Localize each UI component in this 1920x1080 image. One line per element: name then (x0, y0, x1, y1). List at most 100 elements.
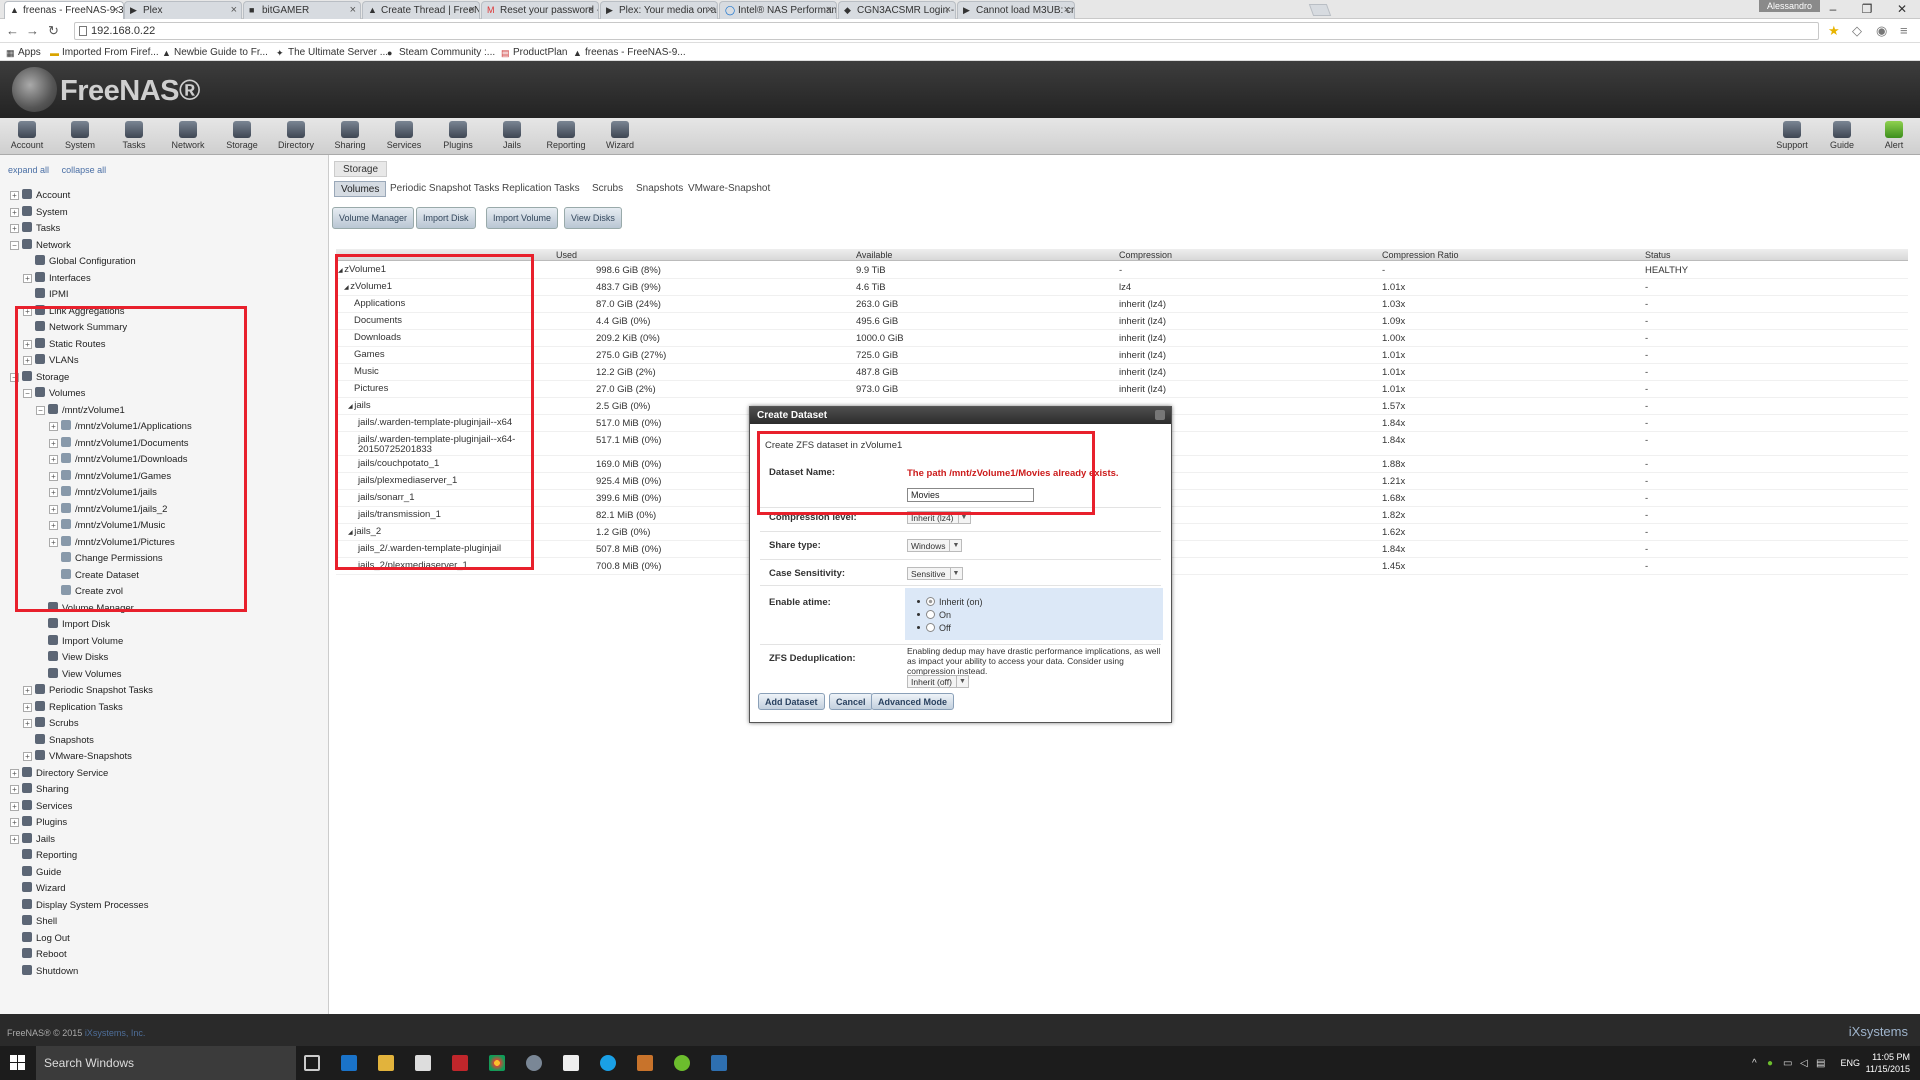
tree-node-guide[interactable]: Guide (10, 865, 61, 880)
toolbar-jails[interactable]: Jails (488, 121, 536, 150)
advanced-mode-button[interactable]: Advanced Mode (871, 693, 955, 710)
bookmark-imported[interactable]: ▬ Imported From Firef... (50, 47, 159, 58)
table-row[interactable]: Games 275.0 GiB (27%) 725.0 GiB inherit (lz… (336, 347, 1908, 364)
expand-icon[interactable]: + (10, 785, 19, 794)
tree-node-view-disks[interactable]: View Disks (36, 651, 108, 665)
subtab-periodic-snapshot[interactable]: Periodic Snapshot Tasks (384, 181, 505, 197)
windows-start-icon[interactable] (10, 1055, 25, 1070)
browser-tab-reset-password[interactable]: MReset your password - al× (481, 1, 599, 19)
close-icon[interactable]: × (1064, 4, 1070, 16)
expand-icon[interactable]: + (10, 768, 19, 778)
tree-node-interfaces[interactable]: + Interfaces (23, 271, 91, 286)
expand-icon[interactable]: + (10, 191, 19, 200)
column-header-available[interactable]: Available (856, 250, 892, 260)
volume-icon[interactable]: ◁ (1800, 1058, 1808, 1069)
subtab-scrubs[interactable]: Scrubs (586, 181, 629, 197)
tree-node-network[interactable]: − Network (10, 238, 71, 253)
tree-node-display-system-processes[interactable]: Display System Processes (10, 898, 148, 913)
file-explorer-icon[interactable] (378, 1055, 394, 1071)
tree-node-global-configuration[interactable]: Global Configuration (23, 255, 136, 269)
tray-app-icon[interactable]: ● (1767, 1058, 1773, 1069)
toolbar-network[interactable]: Network (164, 121, 212, 150)
subtab-snapshots[interactable]: Snapshots (630, 181, 689, 197)
app-icon[interactable] (637, 1055, 653, 1071)
system-clock[interactable]: 11:05 PM 11/15/2015 (1866, 1051, 1910, 1075)
tree-node-log-out[interactable]: Log Out (10, 931, 70, 946)
atime-radio-inherit[interactable]: Inherit (on) (917, 597, 983, 607)
browser-tab-cgn-login[interactable]: ◆CGN3ACSMR Login - Hits× (838, 1, 956, 19)
toolbar-sharing[interactable]: Sharing (326, 121, 374, 150)
table-row[interactable]: Music 12.2 GiB (2%) 487.8 GiB inherit (lz4)… (336, 364, 1908, 381)
tree-node-vmware-snapshots[interactable]: + VMware-Snapshots (23, 750, 132, 764)
bookmark-star-icon[interactable]: ★ (1828, 23, 1840, 39)
bookmark-freenas[interactable]: ▲ freenas - FreeNAS-9... (573, 47, 686, 58)
table-row[interactable]: Pictures 27.0 GiB (2%) 973.0 GiB inherit (l… (336, 381, 1908, 398)
toolbar-storage[interactable]: Storage (218, 121, 266, 150)
share-type-select[interactable]: Windows ▼ (907, 539, 963, 552)
back-icon[interactable]: ← (6, 23, 19, 38)
menu-icon[interactable]: ≡ (1900, 23, 1908, 38)
toolbar-support[interactable]: Support (1768, 121, 1816, 150)
tree-node-view-volumes[interactable]: View Volumes (36, 667, 122, 682)
expand-icon[interactable]: + (10, 834, 19, 844)
company-link[interactable]: iXsystems, Inc. (85, 1028, 146, 1038)
close-icon[interactable]: × (350, 4, 356, 16)
tree-node-shell[interactable]: Shell (10, 915, 57, 929)
cancel-button[interactable]: Cancel (829, 693, 873, 710)
tree-node-system[interactable]: + System (10, 205, 68, 220)
tree-node-wizard[interactable]: Wizard (10, 882, 66, 896)
expand-icon[interactable]: + (23, 702, 32, 712)
atime-radio-on[interactable]: On (917, 610, 951, 620)
tree-node-jails[interactable]: + Jails (10, 832, 55, 847)
skype-icon[interactable] (600, 1055, 616, 1071)
browser-tab-freenas[interactable]: ▲freenas - FreeNAS-9.3-STI× (4, 1, 124, 19)
subtab-volumes[interactable]: Volumes (334, 181, 387, 197)
column-header-used[interactable]: Used (556, 250, 577, 260)
import-volume-button[interactable]: Import Volume (486, 207, 559, 229)
expand-icon[interactable]: + (23, 752, 32, 761)
expand-icon[interactable]: + (23, 686, 32, 695)
close-icon[interactable]: × (826, 4, 832, 16)
extension-shield-icon[interactable]: ◇ (1852, 23, 1862, 39)
task-view-icon[interactable] (304, 1055, 320, 1071)
toolbar-plugins[interactable]: Plugins (434, 121, 482, 150)
language-indicator[interactable]: ENG (1840, 1058, 1860, 1068)
expand-icon[interactable]: + (10, 818, 19, 827)
column-header-compression[interactable]: Compression (1119, 250, 1172, 260)
toolbar-services[interactable]: Services (380, 121, 428, 150)
browser-tab-cannot-load[interactable]: ▶Cannot load M3UB: cross× (957, 1, 1075, 19)
browser-tab-intel-nas[interactable]: ◯ Intel® NAS Performance × (719, 1, 837, 19)
bookmark-productplan[interactable]: ▤ ProductPlan (501, 47, 567, 58)
toolbar-alert[interactable]: Alert (1870, 121, 1918, 150)
maximize-icon[interactable]: ❐ (1855, 2, 1879, 16)
toolbar-directory[interactable]: Directory (272, 121, 320, 150)
table-row[interactable]: ◢ zVolume1 998.6 GiB (8%) 9.9 TiB - - HEALTHY (336, 262, 1908, 279)
close-icon[interactable]: × (945, 4, 951, 16)
chrome-icon[interactable] (489, 1055, 505, 1071)
tree-node-account[interactable]: + Account (10, 189, 70, 203)
expand-icon[interactable]: + (23, 273, 32, 283)
add-dataset-button[interactable]: Add Dataset (758, 693, 825, 710)
tray-chevron-icon[interactable]: ^ (1752, 1058, 1757, 1069)
toolbar-tasks[interactable]: Tasks (110, 121, 158, 150)
browser-tab-plex[interactable]: ▶ Plex × (124, 1, 242, 19)
tree-node-plugins[interactable]: + Plugins (10, 816, 67, 830)
bookmark-newbie-guide[interactable]: ▲ Newbie Guide to Fr... (162, 47, 268, 58)
close-icon[interactable]: × (707, 4, 713, 16)
new-tab-button[interactable] (1308, 4, 1332, 16)
close-icon[interactable]: × (469, 4, 475, 16)
bookmark-apps[interactable]: ▦ Apps (6, 47, 41, 58)
toolbar-system[interactable]: System (56, 121, 104, 150)
bookmark-steam[interactable]: ● Steam Community :... (387, 47, 495, 58)
tree-node-reboot[interactable]: Reboot (10, 948, 67, 962)
subtab-vmware-snapshot[interactable]: VMware-Snapshot (682, 181, 776, 197)
tree-node-replication-tasks[interactable]: + Replication Tasks (23, 700, 123, 715)
tree-node-sharing[interactable]: + Sharing (10, 783, 69, 797)
tree-node-tasks[interactable]: + Tasks (10, 222, 60, 236)
column-header-status[interactable]: Status (1645, 250, 1671, 260)
bookmark-ultimate-server[interactable]: ✦ The Ultimate Server ... (276, 47, 388, 58)
notification-icon[interactable]: ▤ (1816, 1058, 1825, 1069)
tree-node-periodic-snapshot-tasks[interactable]: + Periodic Snapshot Tasks (23, 684, 153, 698)
tree-node-services[interactable]: + Services (10, 799, 72, 814)
tab-storage[interactable]: Storage (334, 161, 388, 177)
